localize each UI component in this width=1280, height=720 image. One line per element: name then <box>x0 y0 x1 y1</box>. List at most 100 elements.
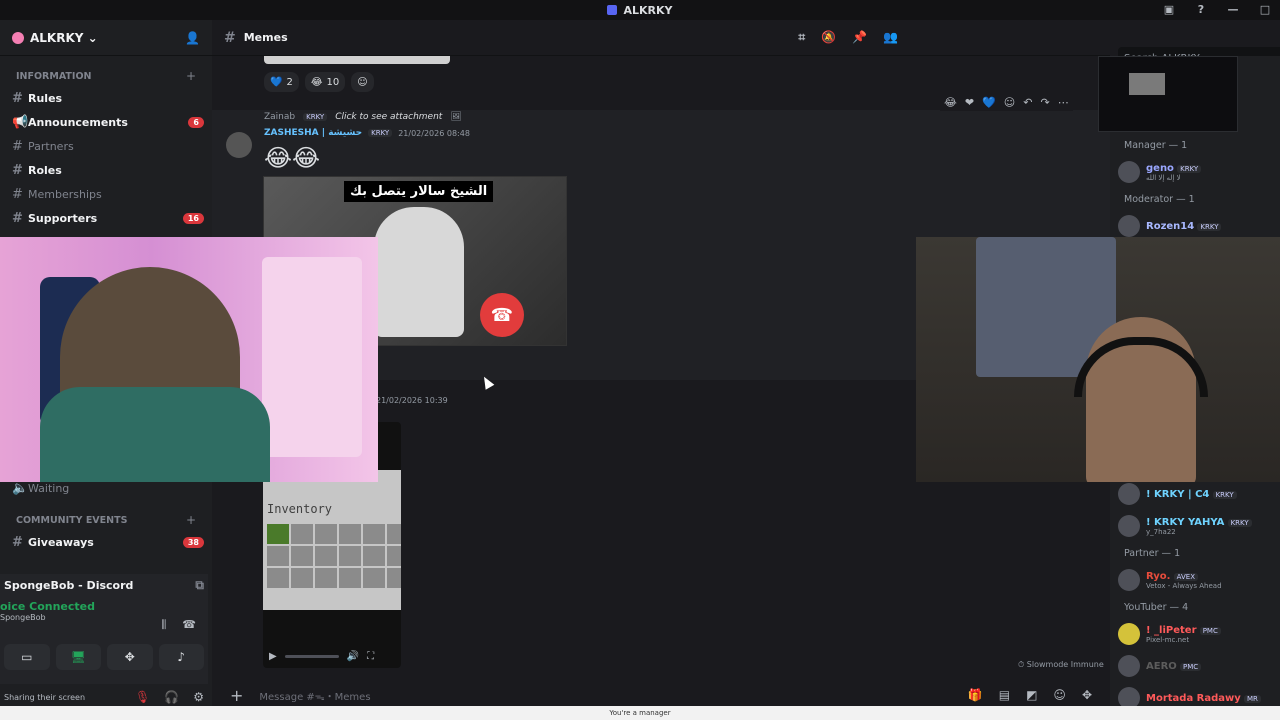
channel-roles[interactable]: # Roles <box>0 158 212 182</box>
emoji-icon[interactable]: ☺ <box>1053 688 1066 702</box>
channel-announcements[interactable]: 📢 Announcements 6 <box>0 110 212 134</box>
soundboard-button[interactable]: ♪ <box>158 644 204 670</box>
member[interactable]: geno KRKY لا إله إلا الله <box>1110 156 1280 188</box>
member[interactable]: ! KRKY | C4 KRKY <box>1110 478 1280 510</box>
channel-partners[interactable]: # Partners <box>0 134 212 158</box>
gift-icon[interactable]: 🎁 <box>968 688 983 702</box>
reaction[interactable]: 💙 2 <box>264 72 299 92</box>
chevron-down-icon: ⌄ <box>83 30 98 45</box>
member-name: ! _liPeter <box>1146 624 1197 636</box>
add-channel-icon[interactable]: + <box>186 513 196 527</box>
member[interactable]: Ryo. AVEX Vetox - Always Ahead <box>1110 564 1280 596</box>
member[interactable]: AERO PMC <box>1110 650 1280 682</box>
message-input[interactable]: Message #ᯓ・Memes <box>259 688 370 703</box>
pin-icon[interactable]: 📌 <box>852 30 867 45</box>
meme-person <box>374 207 464 337</box>
channel-header: # Memes ⌗ 🔕 📌 👥 <box>212 20 1110 56</box>
user-tag: PMC <box>1199 626 1221 635</box>
channel-label: Giveaways <box>28 535 94 549</box>
bell-muted-icon[interactable]: 🔕 <box>821 30 836 45</box>
blue-heart-reaction-icon[interactable]: 💙 <box>982 96 996 109</box>
window-titlebar: ALKRKY ▣ ? — □ <box>0 0 1280 20</box>
voice-panel-title-text: SpongeBob - Discord <box>4 578 134 592</box>
help-icon[interactable]: ? <box>1194 3 1208 16</box>
disconnect-icon[interactable]: ☎ <box>182 618 196 632</box>
play-icon[interactable]: ▶ <box>269 651 277 662</box>
mention-badge: 6 <box>188 116 204 128</box>
laugh-reaction-icon[interactable]: 😂 <box>944 96 957 109</box>
user-tag: AVEX <box>1173 572 1198 581</box>
gear-icon[interactable]: ⚙ <box>193 690 204 704</box>
soundboard-icon: ♪ <box>177 650 186 664</box>
server-icon <box>12 31 24 44</box>
inventory-grid <box>267 524 401 588</box>
member-group: Manager — 1 <box>1124 139 1188 151</box>
reply-reference[interactable]: Zainab KRKY Click to see attachment 🖼 <box>264 112 462 122</box>
screen-preview-thumbnail <box>1098 56 1238 132</box>
server-header[interactable]: ALKRKY ⌄ 👤 <box>0 20 212 56</box>
sticker-icon[interactable]: ◩ <box>1026 688 1037 702</box>
noise-suppression-icon[interactable]: ⫼ <box>161 618 166 632</box>
avatar <box>1118 215 1140 237</box>
volume-icon[interactable]: 🔊 <box>347 651 359 662</box>
inbox-icon[interactable]: ▣ <box>1162 3 1176 16</box>
mute-icon[interactable]: 🎙 <box>135 690 150 704</box>
channel-giveaways[interactable]: # Giveaways 38 <box>0 530 212 554</box>
threads-icon[interactable]: ⌗ <box>798 30 805 45</box>
user-tag: KRKY <box>1197 222 1222 231</box>
app-logo-icon <box>607 5 618 15</box>
channel-supporters[interactable]: # Supporters 16 <box>0 206 212 230</box>
member-name: Ryo. <box>1146 570 1171 582</box>
forward-icon[interactable]: ↷ <box>1040 96 1049 109</box>
maximize-icon[interactable]: □ <box>1258 3 1272 16</box>
member-list-icon[interactable]: 👥 <box>883 30 898 45</box>
member-name: AERO <box>1146 660 1177 672</box>
heart-reaction-icon[interactable]: ❤ <box>965 96 974 109</box>
speaker-icon: 🔈 <box>12 480 29 496</box>
add-person-icon[interactable]: 👤 <box>185 31 200 45</box>
reaction-count: 2 <box>286 76 293 88</box>
avatar[interactable] <box>226 132 252 158</box>
add-channel-icon[interactable]: + <box>186 69 196 83</box>
author-name[interactable]: ZASHESHA | حشيشة <box>264 128 362 138</box>
apps-icon[interactable]: ✥ <box>1082 688 1092 702</box>
gif-icon[interactable]: ▤ <box>999 688 1010 702</box>
member[interactable]: ! KRKY YAHYA KRKY y_7ha22 <box>1110 510 1280 542</box>
message-composer[interactable]: + Message #ᯓ・Memes 🎁 ▤ ◩ ☺ ✥ <box>220 682 1102 708</box>
user-controls: 🎙 🎧 ⚙ <box>135 690 204 704</box>
fullscreen-icon[interactable]: ⛶ <box>367 651 374 662</box>
user-tag: KRKY <box>1177 164 1202 173</box>
member[interactable]: ! _liPeter PMC Pixel-mc.net <box>1110 618 1280 650</box>
reply-icon[interactable]: ↶ <box>1023 96 1032 109</box>
previous-image[interactable] <box>264 56 450 64</box>
add-attachment-icon[interactable]: + <box>230 686 243 705</box>
member-status: لا إله إلا الله <box>1146 173 1181 182</box>
channel-label: Roles <box>28 163 62 177</box>
composer-tools: 🎁 ▤ ◩ ☺ ✥ <box>968 688 1092 702</box>
add-reaction-icon[interactable]: ☺ <box>1004 96 1015 109</box>
category-information[interactable]: INFORMATION + <box>0 66 212 86</box>
popout-icon[interactable]: ⧉ <box>195 578 204 593</box>
channel-rules[interactable]: # Rules <box>0 86 212 110</box>
more-icon[interactable]: ⋯ <box>1058 96 1069 109</box>
reaction-emoji: 💙 <box>270 76 283 88</box>
category-community-events[interactable]: COMMUNITY EVENTS + <box>0 510 212 530</box>
activities-button[interactable]: ✥ <box>107 644 153 670</box>
camera-button[interactable]: ▭ <box>4 644 50 670</box>
reaction[interactable]: 😂 10 <box>304 72 346 92</box>
minimize-icon[interactable]: — <box>1226 3 1240 16</box>
voice-panel-title: SpongeBob - Discord ⧉ <box>0 574 208 596</box>
member-name: Rozen14 <box>1146 220 1195 232</box>
user-tag: KRKY <box>1212 490 1237 499</box>
screenshare-button[interactable]: 🖥 <box>55 644 101 670</box>
channel-icon: # <box>12 210 23 226</box>
video-controls: ▶ 🔊 ⛶ <box>263 644 401 668</box>
video-progress[interactable] <box>284 654 339 658</box>
channel-title: Memes <box>243 31 288 44</box>
headphones-icon[interactable]: 🎧 <box>164 690 179 704</box>
channel-memberships[interactable]: # Memberships <box>0 182 212 206</box>
member-name: geno <box>1146 162 1174 174</box>
add-reaction-button[interactable]: ☺ <box>351 72 374 92</box>
avatar <box>1118 161 1140 183</box>
server-name: ALKRKY <box>30 30 84 45</box>
